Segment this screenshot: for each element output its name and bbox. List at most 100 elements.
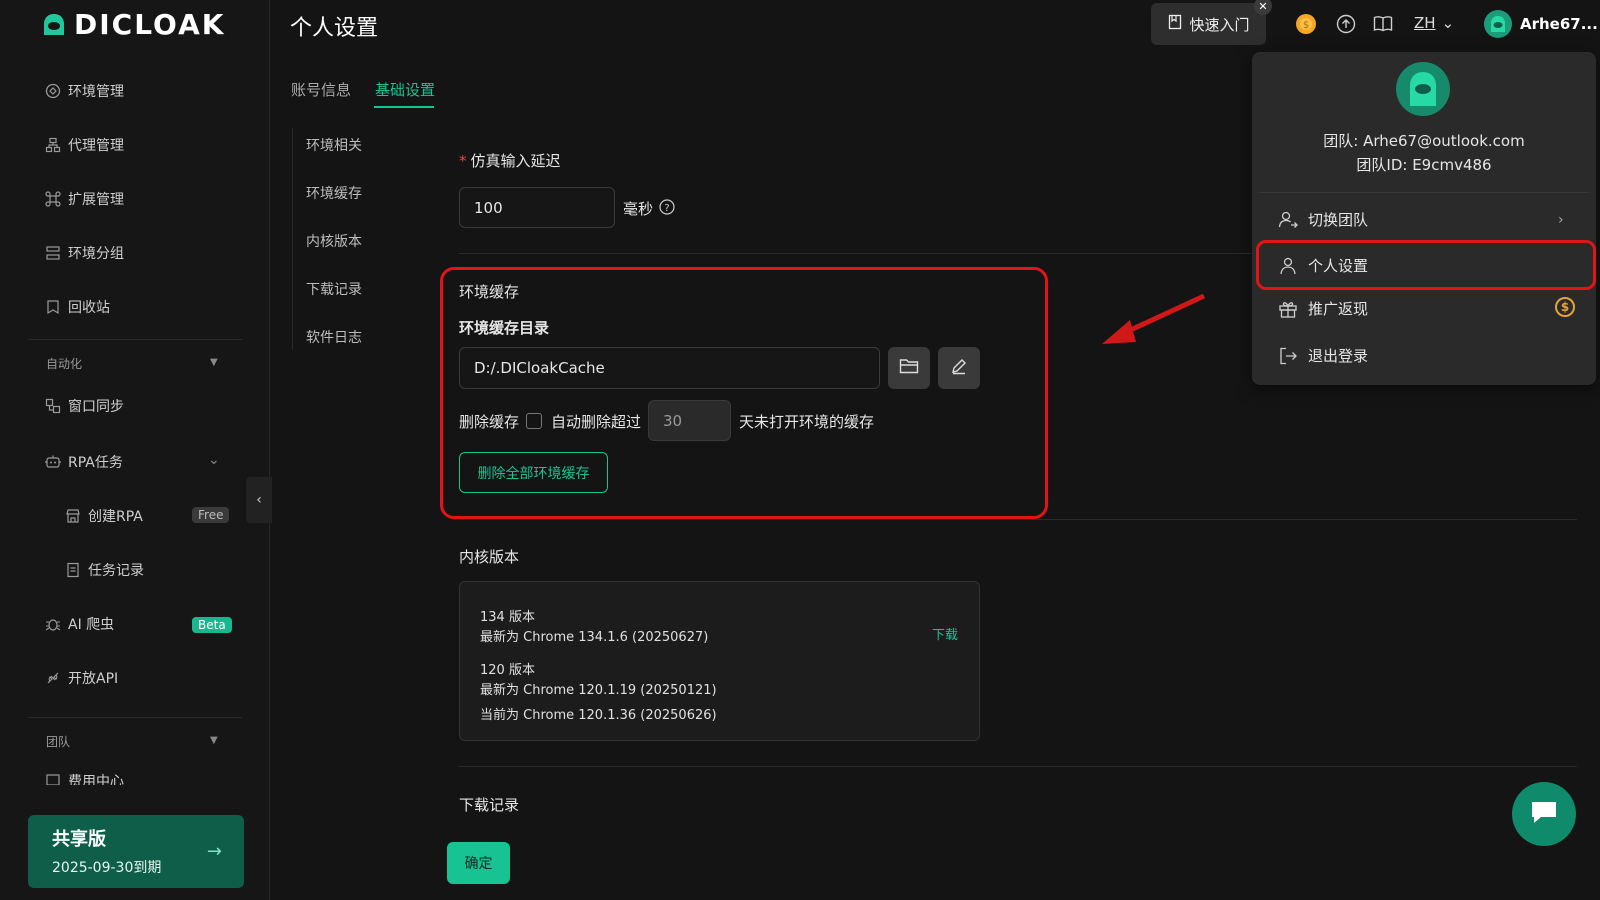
brand-logo[interactable]: DICLOAK	[40, 8, 225, 41]
arrow-right-icon: →	[206, 841, 222, 862]
sidebar-item-label: 费用中心	[68, 774, 124, 785]
sidebar-item-create-rpa[interactable]: 创建RPA	[64, 504, 143, 528]
page-title: 个人设置	[290, 16, 379, 41]
auto-delete-checkbox[interactable]	[526, 413, 542, 429]
chevron-down-icon: ⌄	[1441, 14, 1455, 32]
plan-card[interactable]: 共享版 2025-09-30到期 →	[28, 815, 244, 888]
sidebar-item-rpa[interactable]: RPA任务	[44, 450, 123, 474]
sidebar: DICLOAK 环境管理 代理管理 扩展管理 环境分组 回收站 自动化 ▼ 窗口…	[0, 0, 270, 900]
proxy-icon	[44, 136, 62, 154]
subnav-kernel-version[interactable]: 内核版本	[306, 231, 362, 251]
required-marker: *	[459, 152, 467, 170]
avatar	[1396, 62, 1450, 116]
sidebar-item-label: 环境分组	[68, 246, 124, 262]
chat-support-button[interactable]	[1512, 782, 1576, 846]
divider	[459, 766, 1577, 767]
sidebar-item-label: 任务记录	[88, 563, 144, 579]
caret-down-icon[interactable]: ▼	[210, 735, 218, 746]
sidebar-item-label: 开放API	[68, 671, 119, 687]
brand-name: DICLOAK	[74, 8, 226, 41]
delete-all-cache-button[interactable]: 删除全部环境缓存	[459, 452, 608, 493]
sidebar-item-window-sync[interactable]: 窗口同步	[44, 394, 124, 418]
divider	[459, 253, 1279, 254]
chat-icon	[1529, 798, 1559, 830]
subnav-download-records[interactable]: 下载记录	[306, 279, 362, 299]
recycle-icon	[44, 298, 62, 316]
input-delay-field[interactable]: 100	[459, 187, 615, 228]
kernel-120-title: 120 版本	[480, 663, 535, 678]
sidebar-item-ai-crawler[interactable]: AI 爬虫	[44, 612, 114, 636]
input-delay-label-text: 仿真输入延迟	[470, 152, 561, 170]
subnav-env-related[interactable]: 环境相关	[306, 135, 362, 155]
collapse-sidebar-button[interactable]: ‹	[246, 477, 272, 523]
sidebar-item-label: RPA任务	[68, 455, 123, 471]
sidebar-item-extension[interactable]: 扩展管理	[44, 187, 124, 211]
menu-item-referral[interactable]: 推广返现	[1278, 298, 1368, 319]
sidebar-item-task-log[interactable]: 任务记录	[64, 558, 144, 582]
section-label-automation: 自动化	[46, 357, 83, 371]
section-label-team: 团队	[46, 735, 71, 749]
cache-dir-input[interactable]: D:/.DICloakCache	[459, 347, 880, 389]
chevron-left-icon: ‹	[256, 492, 262, 508]
auto-delete-suffix: 天未打开环境的缓存	[739, 413, 875, 431]
book-icon	[1167, 14, 1183, 34]
input-delay-unit: 毫秒	[623, 200, 654, 218]
user-menu[interactable]: Arhe67...	[1484, 10, 1598, 38]
coin-icon[interactable]: $	[1294, 12, 1318, 36]
menu-item-label: 退出登录	[1308, 347, 1369, 365]
divider	[459, 519, 1577, 520]
kernel-134-title: 134 版本	[480, 610, 535, 625]
active-tab-indicator	[374, 106, 434, 108]
dollar-coin-icon: $	[1555, 297, 1575, 317]
menu-item-label: 切换团队	[1308, 211, 1369, 229]
chevron-down-icon[interactable]: ⌄	[208, 452, 220, 468]
annotation-highlight-box	[1256, 240, 1596, 290]
dropdown-team-email: 团队: Arhe67@outlook.com	[1323, 132, 1525, 150]
divider	[28, 717, 242, 718]
upload-icon[interactable]	[1336, 14, 1356, 34]
close-icon[interactable]: ✕	[1254, 0, 1272, 15]
sidebar-item-label: 扩展管理	[68, 192, 124, 208]
delete-cache-label: 删除缓存	[459, 413, 520, 431]
kernel-134-latest: 最新为 Chrome 134.1.6 (20250627)	[480, 630, 709, 645]
environment-icon	[44, 82, 62, 100]
menu-item-switch-team[interactable]: 切换团队	[1278, 209, 1368, 230]
auto-delete-days-input[interactable]: 30	[648, 400, 731, 441]
sidebar-item-billing[interactable]: 费用中心	[44, 771, 124, 785]
language-label: ZH	[1414, 14, 1436, 32]
confirm-button[interactable]: 确定	[447, 842, 510, 884]
menu-item-logout[interactable]: 退出登录	[1278, 345, 1368, 366]
subnav-env-cache[interactable]: 环境缓存	[306, 183, 362, 203]
sidebar-item-label: 回收站	[68, 300, 110, 316]
quick-start-label: 快速入门	[1189, 15, 1250, 34]
kernel-title: 内核版本	[459, 548, 520, 566]
tab-account-info[interactable]: 账号信息	[291, 79, 351, 100]
quick-start-button[interactable]: 快速入门	[1151, 3, 1266, 45]
language-selector[interactable]: ZH ⌄	[1414, 14, 1454, 32]
input-delay-label: * 仿真输入延迟	[459, 150, 561, 171]
sync-icon	[44, 397, 62, 415]
browse-folder-button[interactable]	[888, 347, 930, 389]
user-dropdown-menu: 团队: Arhe67@outlook.com 团队ID: E9cmv486 切换…	[1252, 52, 1596, 385]
kernel-120-current: 当前为 Chrome 120.1.36 (20250626)	[480, 708, 717, 723]
subnav-software-logs[interactable]: 软件日志	[306, 327, 362, 347]
book-open-icon[interactable]	[1373, 14, 1393, 34]
sidebar-item-open-api[interactable]: 开放API	[44, 666, 118, 690]
sidebar-item-proxy[interactable]: 代理管理	[44, 133, 124, 157]
folder-icon	[899, 357, 919, 379]
sidebar-item-group[interactable]: 环境分组	[44, 241, 124, 265]
kernel-120-latest: 最新为 Chrome 120.1.19 (20250121)	[480, 683, 717, 698]
plan-expiry: 2025-09-30到期	[52, 860, 162, 876]
doc-icon	[64, 561, 82, 579]
extension-icon	[44, 190, 62, 208]
group-icon	[44, 244, 62, 262]
caret-down-icon[interactable]: ▼	[210, 357, 218, 368]
dropdown-team-id: 团队ID: E9cmv486	[1356, 156, 1492, 174]
sidebar-item-environment[interactable]: 环境管理	[44, 79, 124, 103]
sidebar-item-recycle[interactable]: 回收站	[44, 295, 110, 319]
free-badge: Free	[192, 507, 230, 523]
help-icon[interactable]: ?	[658, 198, 676, 216]
tab-basic-settings[interactable]: 基础设置	[375, 79, 435, 100]
kernel-134-download-link[interactable]: 下载	[932, 624, 958, 643]
edit-path-button[interactable]	[938, 347, 980, 389]
